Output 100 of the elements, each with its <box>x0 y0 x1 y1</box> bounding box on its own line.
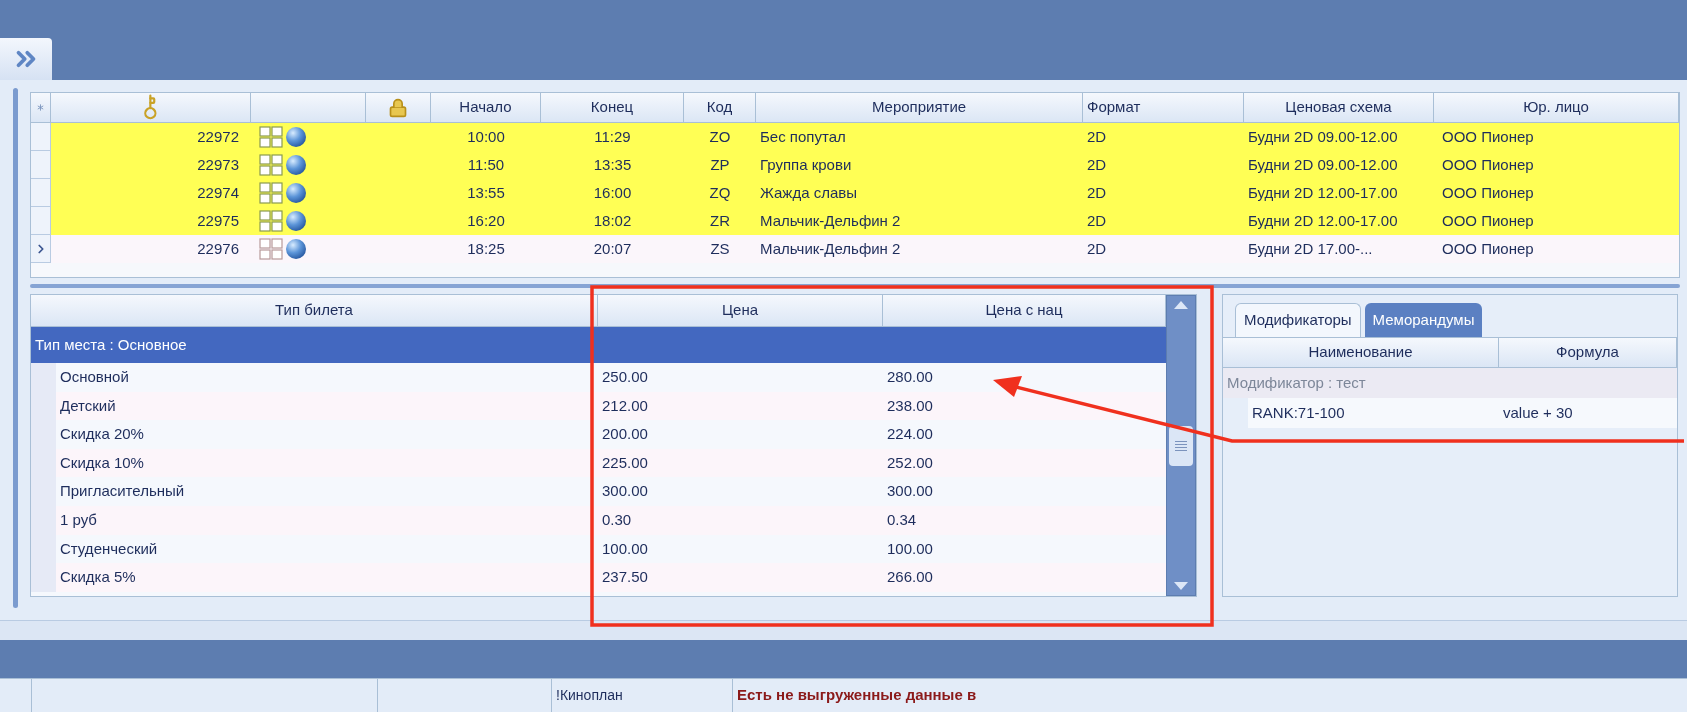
table-cell-text: 11:29 <box>593 126 632 147</box>
table-row[interactable]: 22976 18:25 20:07 ZS Мальчик-Дельфин 2 2D Будни 2D 17.00-... ООО Пионер <box>31 235 1679 263</box>
table-cell-text: 100.00 <box>886 538 934 559</box>
table-cell-text: 224.00 <box>886 424 934 445</box>
table-cell-text: Будни 2D 09.00-12.00 <box>1247 154 1399 175</box>
table-cell-text: 1 руб <box>59 510 98 530</box>
table-cell-text: Будни 2D 12.00-17.00 <box>1247 182 1399 203</box>
table-cell-text: 266.00 <box>886 567 934 588</box>
column-header[interactable]: Формула <box>1499 338 1677 368</box>
column-header[interactable]: Формат <box>1083 93 1244 123</box>
globe-icon <box>285 126 307 148</box>
scroll-down-icon[interactable] <box>1173 581 1189 591</box>
table-cell-text: 252.00 <box>886 452 934 473</box>
table-cell-text: 13:35 <box>592 154 633 175</box>
table-cell-text: 18:02 <box>592 210 633 231</box>
table-row[interactable]: 1 руб 0.30 0.34 <box>31 505 1166 535</box>
table-row[interactable]: Скидка 10% 225.00 252.00 <box>31 448 1166 478</box>
table-cell-text: 22976 <box>196 238 240 259</box>
table-cell-text: ZQ <box>708 182 732 203</box>
table-cell-text: 22975 <box>196 210 240 231</box>
table-cell-text: 300.00 <box>601 481 649 502</box>
table-cell-text: 16:00 <box>592 182 633 203</box>
globe-icon <box>285 182 307 204</box>
table-cell-text: 2D <box>1086 182 1108 203</box>
table-cell-text: Мальчик-Дельфин 2 <box>759 238 902 259</box>
status-text: !Киноплан <box>556 686 623 705</box>
table-cell-text: Группа крови <box>759 154 853 175</box>
splitter-bar[interactable] <box>12 88 18 608</box>
table-cell-text: 250.00 <box>601 367 649 388</box>
globe-icon <box>285 154 307 176</box>
globe-icon <box>285 238 307 260</box>
table-cell-text: 2D <box>1086 210 1108 231</box>
table-cell-text: 300.00 <box>886 481 934 502</box>
table-cell-text: Скидка 5% <box>59 567 137 588</box>
splitter-bar[interactable] <box>30 284 1680 288</box>
column-header[interactable]: Наименование <box>1223 338 1499 368</box>
table-row[interactable]: Скидка 5% 237.50 266.00 <box>31 563 1166 592</box>
scroll-thumb[interactable] <box>1169 425 1193 466</box>
table-cell-text: Скидка 10% <box>59 452 145 473</box>
table-cell-text: 280.00 <box>886 367 934 388</box>
table-row[interactable]: Детский 212.00 238.00 <box>31 391 1166 421</box>
scroll-up-icon[interactable] <box>1173 300 1189 310</box>
column-header[interactable]: Ценовая схема <box>1244 93 1434 123</box>
table-cell-text: 20:07 <box>592 238 633 259</box>
column-header[interactable]: Начало <box>431 93 541 123</box>
table-cell-text: 10:00 <box>466 126 506 147</box>
table-cell-text: 212.00 <box>601 395 649 416</box>
table-cell-text: Скидка 20% <box>59 424 145 445</box>
table-cell-text: 0.30 <box>601 510 633 530</box>
row-selector[interactable] <box>31 235 51 263</box>
table-cell-text: ООО Пионер <box>1441 182 1535 203</box>
table-row[interactable]: 22974 13:55 16:00 ZQ Жажда славы 2D Будни 2D 12.00-17.00 ООО Пионер <box>31 179 1679 207</box>
grid-icon <box>259 126 283 148</box>
column-header[interactable]: Юр. лицо <box>1434 93 1679 123</box>
table-cell-text: Будни 2D 09.00-12.00 <box>1247 126 1399 147</box>
table-row[interactable]: 22975 16:20 18:02 ZR Мальчик-Дельфин 2 2D Будни 2D 12.00-17.00 ООО Пионер <box>31 207 1679 235</box>
column-header[interactable]: Мероприятие <box>756 93 1083 123</box>
table-cell-text: 2D <box>1086 154 1108 175</box>
table-cell-text: ZS <box>709 238 731 259</box>
table-cell-text: ООО Пионер <box>1441 210 1535 231</box>
table-cell-text: Детский <box>59 395 117 416</box>
table-cell-text: ООО Пионер <box>1441 154 1535 175</box>
table-cell-text: 238.00 <box>886 395 934 416</box>
table-row[interactable]: 22973 11:50 13:35 ZP Группа крови 2D Будни 2D 09.00-12.00 ООО Пионер <box>31 151 1679 179</box>
table-cell-text: 18:25 <box>466 238 506 259</box>
table-cell-text: Мальчик-Дельфин 2 <box>759 210 902 231</box>
grid-icon <box>259 182 283 204</box>
scrollbar[interactable] <box>1166 295 1196 596</box>
expand-tab[interactable] <box>0 38 52 80</box>
table-cell-text: 11:50 <box>466 154 506 175</box>
column-header[interactable]: Цена с нац <box>883 295 1166 327</box>
asterisk-icon <box>35 102 46 113</box>
table-cell-text: 13:55 <box>466 182 506 203</box>
table-cell-text: ZR <box>709 210 731 231</box>
table-cell-text: Студенческий <box>59 538 159 559</box>
table-cell-text: ООО Пионер <box>1441 126 1535 147</box>
column-header[interactable]: Цена <box>598 295 883 327</box>
table-cell-text: 225.00 <box>601 452 649 473</box>
tab[interactable]: Модификаторы <box>1235 303 1361 337</box>
table-cell-text: 22973 <box>196 154 240 175</box>
table-cell-text: Пригласительный <box>59 481 186 502</box>
column-header[interactable]: Конец <box>541 93 684 123</box>
table-cell-text: 2D <box>1086 238 1108 259</box>
tab[interactable]: Меморандумы <box>1364 303 1483 337</box>
table-row[interactable]: 22972 10:00 11:29 ZO Бес попутал 2D Будни 2D 09.00-12.00 ООО Пионер <box>31 123 1679 151</box>
table-cell: value + 30 <box>1499 398 1677 428</box>
table-cell-text: 100.00 <box>601 538 649 559</box>
column-header[interactable]: Код <box>684 93 756 123</box>
table-cell-text: 0.34 <box>886 510 918 530</box>
warning-message: Есть не выгруженные данные в <box>737 685 977 706</box>
globe-icon <box>285 210 307 232</box>
grid-icon <box>259 210 283 232</box>
table-cell-text: 16:20 <box>466 210 506 231</box>
group-row[interactable]: Тип места : Основное <box>31 327 1166 363</box>
table-cell-text: Жажда славы <box>759 182 858 203</box>
table-cell: RANK:71-100 <box>1248 398 1499 428</box>
table-cell-text: 200.00 <box>601 424 649 445</box>
column-header[interactable]: Тип билета <box>31 295 598 327</box>
table-cell-text: ООО Пионер <box>1441 238 1535 259</box>
table-cell-text: Основной <box>59 367 130 388</box>
